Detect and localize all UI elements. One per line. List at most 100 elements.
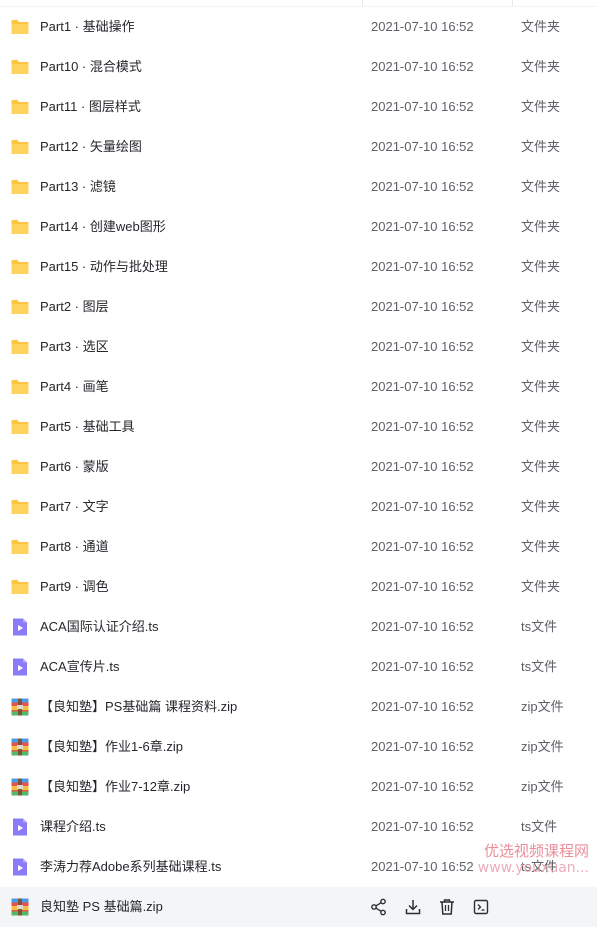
- file-name[interactable]: Part11 · 图层样式: [40, 87, 141, 127]
- file-type: 文件夹: [521, 339, 561, 354]
- file-type: zip文件: [521, 699, 564, 714]
- file-row[interactable]: Part5 · 基础工具 2021-07-10 16:52 文件夹: [0, 407, 597, 447]
- file-name[interactable]: Part14 · 创建web图形: [40, 207, 166, 247]
- delete-icon[interactable]: [437, 897, 457, 917]
- file-modified-time: 2021-07-10 16:52: [371, 739, 474, 754]
- file-name[interactable]: Part10 · 混合模式: [40, 47, 142, 87]
- file-row[interactable]: Part9 · 调色 2021-07-10 16:52 文件夹: [0, 567, 597, 607]
- row-actions: [369, 897, 491, 917]
- video-file-icon: [10, 657, 30, 677]
- file-row[interactable]: Part6 · 蒙版 2021-07-10 16:52 文件夹: [0, 447, 597, 487]
- file-type: 文件夹: [521, 459, 561, 474]
- zip-file-icon: [10, 697, 30, 717]
- file-type: 文件夹: [521, 139, 561, 154]
- file-row[interactable]: 课程介绍.ts 2021-07-10 16:52 ts文件: [0, 807, 597, 847]
- file-modified-time: 2021-07-10 16:52: [371, 259, 474, 274]
- folder-icon: [10, 497, 30, 517]
- file-row[interactable]: 【良知塾】作业7-12章.zip 2021-07-10 16:52 zip文件: [0, 767, 597, 807]
- folder-icon: [10, 377, 30, 397]
- file-type: 文件夹: [521, 539, 561, 554]
- file-row[interactable]: 【良知塾】PS基础篇 课程资料.zip 2021-07-10 16:52 zip文件: [0, 687, 597, 727]
- file-name[interactable]: ACA国际认证介绍.ts: [40, 607, 158, 647]
- download-icon[interactable]: [403, 897, 423, 917]
- file-name[interactable]: Part5 · 基础工具: [40, 407, 135, 447]
- file-modified-time: 2021-07-10 16:52: [371, 339, 474, 354]
- file-row[interactable]: 【良知塾】作业1-6章.zip 2021-07-10 16:52 zip文件: [0, 727, 597, 767]
- file-row[interactable]: Part11 · 图层样式 2021-07-10 16:52 文件夹: [0, 87, 597, 127]
- file-type: 文件夹: [521, 179, 561, 194]
- folder-icon: [10, 417, 30, 437]
- file-row[interactable]: Part7 · 文字 2021-07-10 16:52 文件夹: [0, 487, 597, 527]
- file-modified-time: 2021-07-10 16:52: [371, 819, 474, 834]
- file-modified-time: 2021-07-10 16:52: [371, 139, 474, 154]
- file-modified-time: 2021-07-10 16:52: [371, 579, 474, 594]
- file-modified-time: 2021-07-10 16:52: [371, 179, 474, 194]
- file-modified-time: 2021-07-10 16:52: [371, 299, 474, 314]
- file-row[interactable]: ACA宣传片.ts 2021-07-10 16:52 ts文件: [0, 647, 597, 687]
- file-name[interactable]: Part2 · 图层: [40, 287, 109, 327]
- folder-icon: [10, 297, 30, 317]
- file-name[interactable]: Part15 · 动作与批处理: [40, 247, 168, 287]
- file-name[interactable]: Part6 · 蒙版: [40, 447, 109, 487]
- file-name[interactable]: Part1 · 基础操作: [40, 7, 135, 47]
- file-row-hovered[interactable]: 良知塾 PS 基础篇.zip: [0, 887, 597, 927]
- file-name[interactable]: Part12 · 矢量绘图: [40, 127, 142, 167]
- file-name[interactable]: 良知塾 PS 基础篇.zip: [40, 887, 163, 927]
- file-name[interactable]: Part4 · 画笔: [40, 367, 109, 407]
- file-name[interactable]: Part7 · 文字: [40, 487, 109, 527]
- file-type: 文件夹: [521, 19, 561, 34]
- file-type: ts文件: [521, 659, 558, 674]
- file-modified-time: 2021-07-10 16:52: [371, 539, 474, 554]
- video-file-icon: [10, 817, 30, 837]
- file-row[interactable]: Part2 · 图层 2021-07-10 16:52 文件夹: [0, 287, 597, 327]
- file-row[interactable]: Part10 · 混合模式 2021-07-10 16:52 文件夹: [0, 47, 597, 87]
- file-name[interactable]: Part13 · 滤镜: [40, 167, 116, 207]
- file-type: 文件夹: [521, 419, 561, 434]
- file-type: 文件夹: [521, 59, 561, 74]
- file-list: Part1 · 基础操作 2021-07-10 16:52 文件夹 Part10 · …: [0, 7, 597, 927]
- file-name[interactable]: 课程介绍.ts: [40, 807, 106, 847]
- file-row[interactable]: Part15 · 动作与批处理 2021-07-10 16:52 文件夹: [0, 247, 597, 287]
- file-modified-time: 2021-07-10 16:52: [371, 459, 474, 474]
- file-name[interactable]: 【良知塾】作业1-6章.zip: [40, 727, 183, 767]
- file-modified-time: 2021-07-10 16:52: [371, 619, 474, 634]
- file-row[interactable]: Part3 · 选区 2021-07-10 16:52 文件夹: [0, 327, 597, 367]
- zip-file-icon: [10, 897, 30, 917]
- file-name[interactable]: Part9 · 调色: [40, 567, 109, 607]
- file-type: 文件夹: [521, 219, 561, 234]
- file-name[interactable]: 【良知塾】PS基础篇 课程资料.zip: [40, 687, 237, 727]
- file-row[interactable]: Part1 · 基础操作 2021-07-10 16:52 文件夹: [0, 7, 597, 47]
- file-row[interactable]: Part8 · 通道 2021-07-10 16:52 文件夹: [0, 527, 597, 567]
- file-name[interactable]: ACA宣传片.ts: [40, 647, 119, 687]
- file-modified-time: 2021-07-10 16:52: [371, 219, 474, 234]
- share-icon[interactable]: [369, 897, 389, 917]
- file-name[interactable]: 【良知塾】作业7-12章.zip: [40, 767, 190, 807]
- file-modified-time: 2021-07-10 16:52: [371, 419, 474, 434]
- file-modified-time: 2021-07-10 16:52: [371, 699, 474, 714]
- zip-file-icon: [10, 737, 30, 757]
- file-row[interactable]: 李涛力荐Adobe系列基础课程.ts 2021-07-10 16:52 ts文件: [0, 847, 597, 887]
- file-row[interactable]: Part12 · 矢量绘图 2021-07-10 16:52 文件夹: [0, 127, 597, 167]
- video-file-icon: [10, 617, 30, 637]
- folder-icon: [10, 577, 30, 597]
- file-type: ts文件: [521, 619, 558, 634]
- file-name[interactable]: 李涛力荐Adobe系列基础课程.ts: [40, 847, 221, 887]
- file-type: 文件夹: [521, 259, 561, 274]
- file-type: 文件夹: [521, 99, 561, 114]
- folder-icon: [10, 57, 30, 77]
- file-row[interactable]: Part13 · 滤镜 2021-07-10 16:52 文件夹: [0, 167, 597, 207]
- file-name[interactable]: Part8 · 通道: [40, 527, 109, 567]
- folder-icon: [10, 257, 30, 277]
- file-modified-time: 2021-07-10 16:52: [371, 99, 474, 114]
- file-modified-time: 2021-07-10 16:52: [371, 499, 474, 514]
- file-modified-time: 2021-07-10 16:52: [371, 859, 474, 874]
- file-modified-time: 2021-07-10 16:52: [371, 19, 474, 34]
- file-row[interactable]: ACA国际认证介绍.ts 2021-07-10 16:52 ts文件: [0, 607, 597, 647]
- file-row[interactable]: Part4 · 画笔 2021-07-10 16:52 文件夹: [0, 367, 597, 407]
- file-row[interactable]: Part14 · 创建web图形 2021-07-10 16:52 文件夹: [0, 207, 597, 247]
- file-type: zip文件: [521, 739, 564, 754]
- file-name[interactable]: Part3 · 选区: [40, 327, 109, 367]
- more-icon[interactable]: [471, 897, 491, 917]
- folder-icon: [10, 137, 30, 157]
- column-divider: [512, 0, 513, 7]
